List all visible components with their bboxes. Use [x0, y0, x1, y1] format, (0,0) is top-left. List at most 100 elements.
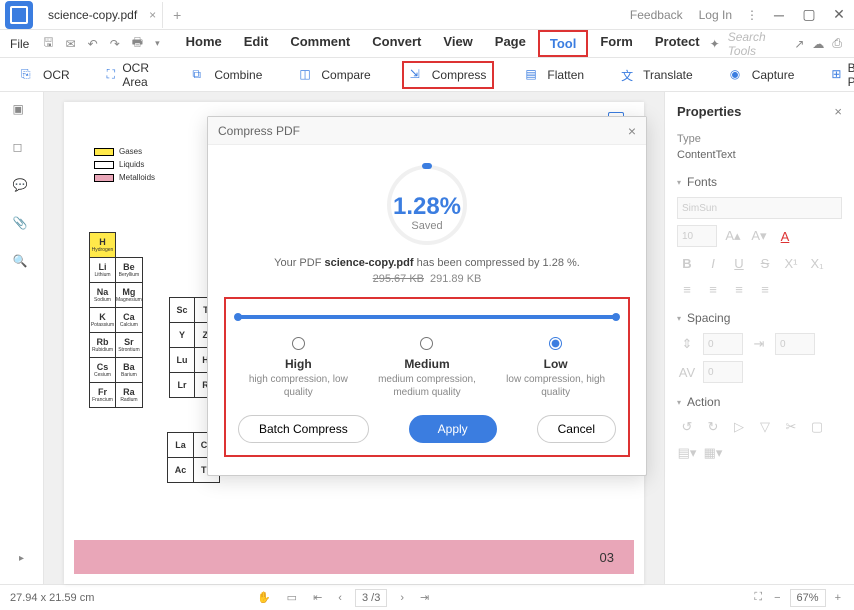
menu-edit[interactable]: Edit	[234, 30, 279, 57]
translate-button[interactable]: 文Translate	[615, 63, 699, 87]
italic-icon[interactable]: I	[703, 253, 723, 273]
comments-icon[interactable]: 💬	[13, 178, 31, 196]
expand-rail-icon[interactable]: ▸	[19, 553, 24, 564]
extract-icon[interactable]: ▢	[807, 417, 827, 437]
radio-medium[interactable]	[420, 337, 433, 350]
batch-compress-button[interactable]: Batch Compress	[238, 415, 369, 443]
new-tab-button[interactable]: +	[163, 7, 191, 23]
close-window-button[interactable]: ✕	[824, 6, 854, 23]
font-size-input[interactable]	[677, 225, 717, 247]
login-link[interactable]: Log In	[691, 8, 740, 22]
radio-low[interactable]	[549, 337, 562, 350]
menu-comment[interactable]: Comment	[280, 30, 360, 57]
fonts-section[interactable]: Fonts	[677, 175, 842, 189]
sub-icon[interactable]: X₁	[807, 253, 827, 273]
cloud-icon[interactable]: ☁	[812, 37, 824, 51]
mail-icon[interactable]: ✉	[60, 37, 82, 51]
ocr-button[interactable]: ⎘OCR	[15, 63, 76, 87]
bold-icon[interactable]: B	[677, 253, 697, 273]
align-center-icon[interactable]: ≡	[703, 279, 723, 299]
file-menu[interactable]: File	[2, 37, 37, 51]
font-shrink-icon[interactable]: A▾	[749, 226, 769, 246]
undo-icon[interactable]: ↶	[82, 37, 104, 51]
font-family-select[interactable]	[677, 197, 842, 219]
menu-protect[interactable]: Protect	[645, 30, 710, 57]
attachments-icon[interactable]: 📎	[13, 216, 31, 234]
minimize-button[interactable]: ─	[764, 7, 794, 23]
save2-icon[interactable]: ⎙	[832, 36, 842, 51]
print-icon[interactable]: 🖶	[126, 33, 149, 54]
last-page-icon[interactable]: ⇥	[417, 591, 432, 604]
close-properties-icon[interactable]: ×	[834, 104, 842, 119]
close-dialog-icon[interactable]: ×	[628, 123, 636, 139]
share-icon[interactable]: ↗	[794, 37, 804, 51]
batch-process-button[interactable]: ⊞Batch Process	[825, 57, 854, 93]
zoom-in-icon[interactable]: +	[832, 592, 844, 604]
font-color-icon[interactable]: A	[775, 226, 795, 246]
flip-h-icon[interactable]: ▷	[729, 417, 749, 437]
flatten-button[interactable]: ▤Flatten	[519, 63, 590, 87]
more-menu[interactable]: ⋮	[740, 8, 764, 22]
rotate-right-icon[interactable]: ↻	[703, 417, 723, 437]
option-high[interactable]: High high compression, low quality	[238, 337, 358, 399]
maximize-button[interactable]: ▢	[794, 6, 824, 23]
spacing-input-1[interactable]	[703, 333, 743, 355]
select-tool-icon[interactable]: ▭	[284, 591, 300, 604]
compare-button[interactable]: ◫Compare	[293, 63, 376, 87]
menu-home[interactable]: Home	[176, 30, 232, 57]
rotate-left-icon[interactable]: ↺	[677, 417, 697, 437]
prev-page-icon[interactable]: ‹	[335, 592, 345, 604]
align-justify-icon[interactable]: ≡	[755, 279, 775, 299]
search-icon[interactable]: 🔍	[13, 254, 31, 272]
align-icon[interactable]: ▦▾	[703, 443, 723, 463]
spacing-section[interactable]: Spacing	[677, 311, 842, 325]
font-grow-icon[interactable]: A▴	[723, 226, 743, 246]
next-page-icon[interactable]: ›	[397, 592, 407, 604]
spacing-input-2[interactable]	[775, 333, 815, 355]
action-section[interactable]: Action	[677, 395, 842, 409]
menu-tool[interactable]: Tool	[538, 30, 588, 57]
save-icon[interactable]: 🖫	[37, 33, 59, 54]
search-tools-input[interactable]: Search Tools	[728, 30, 787, 58]
apply-button[interactable]: Apply	[409, 415, 497, 443]
page-input[interactable]: 3	[362, 592, 368, 604]
type-label: Type	[677, 133, 842, 145]
radio-high[interactable]	[292, 337, 305, 350]
crop-icon[interactable]: ✂	[781, 417, 801, 437]
dropdown-icon[interactable]: ▾	[149, 38, 166, 49]
feedback-link[interactable]: Feedback	[622, 8, 691, 22]
fit-width-icon[interactable]: ⛶	[751, 591, 765, 604]
arrange-icon[interactable]: ▤▾	[677, 443, 697, 463]
super-icon[interactable]: X¹	[781, 253, 801, 273]
align-right-icon[interactable]: ≡	[729, 279, 749, 299]
compress-dialog: Compress PDF × 1.28% Saved Your PDF scie…	[207, 116, 647, 476]
quality-slider[interactable]	[238, 315, 616, 319]
thumbnails-icon[interactable]: ▣	[13, 102, 31, 120]
wand-icon[interactable]: ✦	[710, 37, 720, 51]
menu-convert[interactable]: Convert	[362, 30, 431, 57]
strike-icon[interactable]: S	[755, 253, 775, 273]
legend: Gases Liquids Metalloids	[94, 147, 155, 186]
underline-icon[interactable]: U	[729, 253, 749, 273]
align-left-icon[interactable]: ≡	[677, 279, 697, 299]
spacing-input-3[interactable]	[703, 361, 743, 383]
flip-v-icon[interactable]: ▽	[755, 417, 775, 437]
option-medium[interactable]: Medium medium compression, medium qualit…	[367, 337, 487, 399]
close-tab-icon[interactable]: ×	[149, 8, 156, 22]
ocr-area-button[interactable]: ⛶OCR Area	[101, 57, 162, 93]
capture-button[interactable]: ◉Capture	[724, 63, 801, 87]
hand-tool-icon[interactable]: ✋	[254, 591, 274, 604]
compress-button[interactable]: ⇲Compress	[402, 61, 495, 89]
menu-view[interactable]: View	[433, 30, 482, 57]
first-page-icon[interactable]: ⇤	[310, 591, 325, 604]
zoom-out-icon[interactable]: −	[771, 592, 783, 604]
combine-button[interactable]: ⧉Combine	[186, 63, 268, 87]
bookmarks-icon[interactable]: ◻	[13, 140, 31, 158]
menu-page[interactable]: Page	[485, 30, 536, 57]
document-tab[interactable]: science-copy.pdf ×	[38, 2, 163, 28]
redo-icon[interactable]: ↷	[104, 37, 126, 51]
menu-form[interactable]: Form	[590, 30, 643, 57]
cancel-button[interactable]: Cancel	[537, 415, 616, 443]
option-low[interactable]: Low low compression, high quality	[496, 337, 616, 399]
zoom-level[interactable]: 67%	[790, 589, 826, 607]
